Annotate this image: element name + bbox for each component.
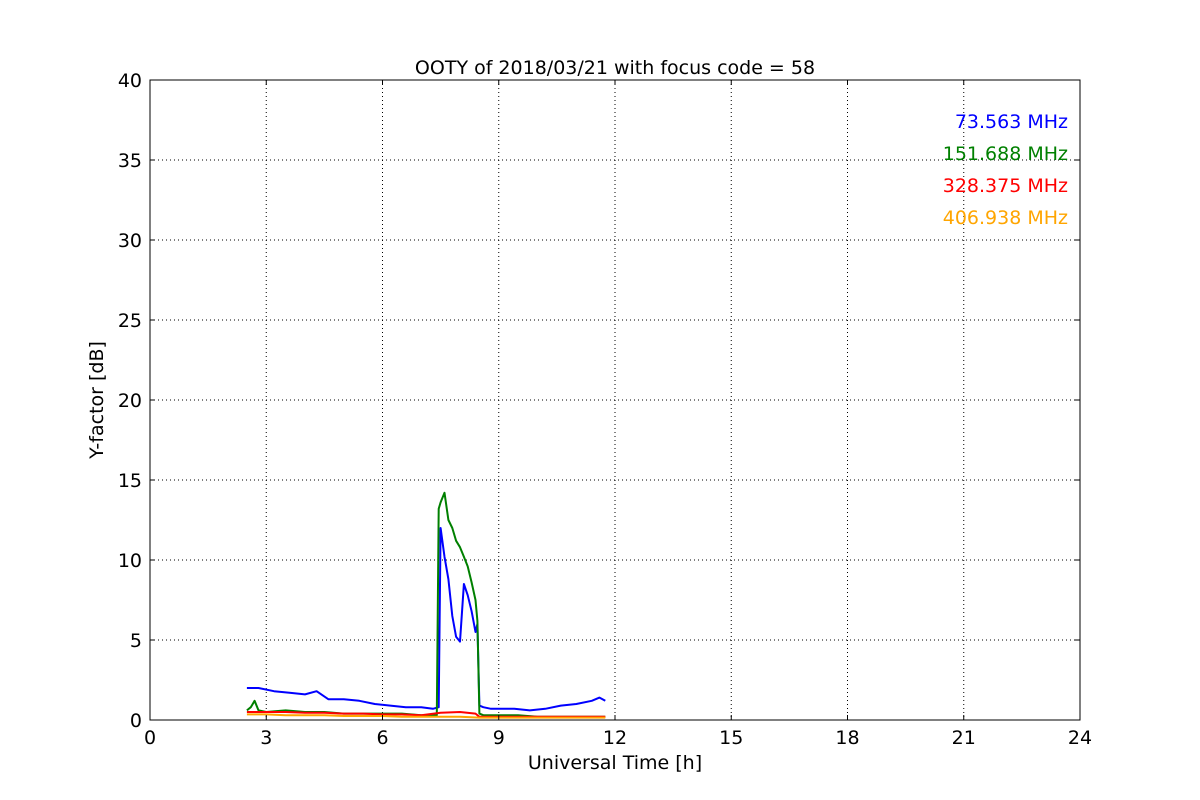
tick-labels: 0 3 6 9 12 15 18 21 24 0 5 10 15 20 25 30 35 40	[118, 70, 1092, 749]
x-axis-label: Universal Time [h]	[528, 752, 702, 774]
series-line	[246, 527, 606, 712]
x-tick-label: 3	[260, 727, 272, 749]
y-tick-label: 35	[118, 150, 142, 172]
y-tick-label: 20	[118, 390, 142, 412]
x-tick-label: 15	[719, 727, 743, 749]
legend-label: 151.688 MHz	[943, 143, 1068, 165]
y-tick-label: 25	[118, 310, 142, 332]
y-tick-label: 5	[130, 630, 142, 652]
y-tick-label: 30	[118, 230, 142, 252]
legend: 73.563 MHz 151.688 MHz 328.375 MHz 406.938 …	[943, 111, 1068, 229]
x-tick-label: 9	[493, 727, 505, 749]
chart: OOTY of 2018/03/21 with focus code = 58 …	[86, 57, 1092, 774]
y-tick-label: 15	[118, 470, 142, 492]
x-tick-label: 18	[835, 727, 859, 749]
chart-title: OOTY of 2018/03/21 with focus code = 58	[415, 57, 815, 79]
x-tick-label: 6	[376, 727, 388, 749]
x-tick-label: 21	[952, 727, 976, 749]
legend-label: 406.938 MHz	[943, 207, 1068, 229]
legend-label: 73.563 MHz	[955, 111, 1068, 133]
y-axis-label: Y-factor [dB]	[86, 341, 108, 460]
series-line	[246, 491, 606, 718]
x-tick-label: 24	[1068, 727, 1092, 749]
y-tick-label: 10	[118, 550, 142, 572]
x-tick-label: 0	[144, 727, 156, 749]
series-layer	[246, 491, 606, 719]
y-tick-label: 40	[118, 70, 142, 92]
x-tick-label: 12	[603, 727, 627, 749]
legend-label: 328.375 MHz	[943, 175, 1068, 197]
grid	[150, 80, 1080, 720]
y-tick-label: 0	[130, 710, 142, 732]
